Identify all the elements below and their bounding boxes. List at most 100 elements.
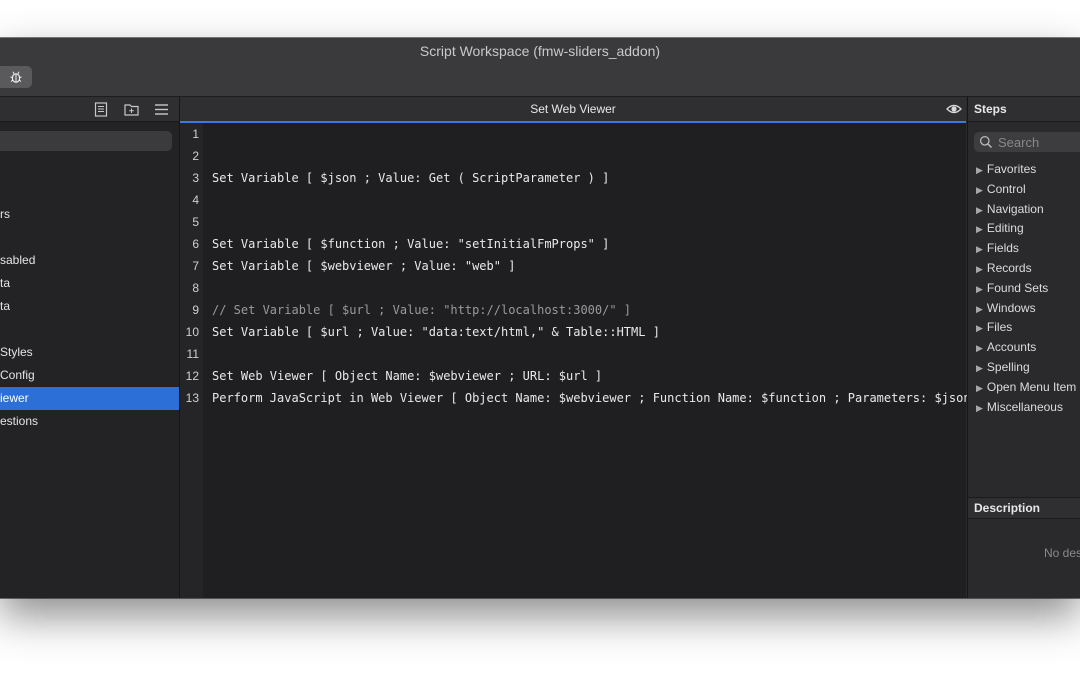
disclosure-triangle-icon[interactable]: ▶ — [976, 244, 983, 254]
script-list-item[interactable]: ta — [0, 295, 179, 318]
description-header: Description — [968, 497, 1080, 519]
script-list-item[interactable]: ta — [0, 272, 179, 295]
disclosure-triangle-icon[interactable]: ▶ — [976, 304, 983, 314]
disclosure-triangle-icon[interactable]: ▶ — [976, 323, 983, 333]
step-category-label: Files — [986, 320, 1013, 335]
disclosure-triangle-icon[interactable]: ▶ — [976, 383, 983, 393]
line-number: 11 — [186, 347, 199, 361]
steps-search-field[interactable] — [974, 132, 1080, 152]
new-folder-icon[interactable] — [123, 101, 139, 117]
script-workspace-window: Script Workspace (fmw-sliders_addon) rs … — [0, 38, 1080, 598]
script-list-item[interactable] — [0, 226, 179, 249]
step-category-label: Control — [986, 181, 1026, 196]
script-list-item[interactable] — [0, 318, 179, 341]
step-category-label: Miscellaneous — [986, 399, 1063, 414]
bug-icon — [10, 71, 22, 83]
step-category[interactable]: ▶ Miscellaneous — [976, 398, 1076, 418]
step-category[interactable]: ▶ Records — [976, 259, 1076, 279]
description-title: Description — [974, 501, 1041, 515]
script-step-line[interactable]: // Set Variable [ $url ; Value: "http://… — [212, 299, 966, 321]
script-step-line[interactable]: Set Variable [ $webviewer ; Value: "web"… — [212, 255, 966, 277]
line-number: 12 — [185, 369, 199, 383]
line-number: 5 — [192, 215, 199, 229]
steps-title: Steps — [974, 102, 1007, 116]
script-step-line[interactable]: Set Web Viewer [ Object Name: $webviewer… — [212, 365, 966, 387]
step-category-label: Accounts — [986, 340, 1037, 355]
script-list-item[interactable]: Config — [0, 364, 179, 387]
step-category[interactable]: ▶ Found Sets — [976, 279, 1076, 299]
line-number: 1 — [192, 127, 199, 141]
disclosure-triangle-icon[interactable]: ▶ — [976, 343, 983, 353]
script-step-line[interactable] — [212, 189, 966, 211]
line-number: 13 — [185, 391, 199, 405]
disclosure-triangle-icon[interactable]: ▶ — [976, 185, 983, 195]
scripts-search-input[interactable] — [0, 131, 172, 151]
step-category[interactable]: ▶ Control — [976, 180, 1076, 200]
script-list-item[interactable]: iewer — [0, 387, 179, 410]
new-script-icon[interactable] — [93, 101, 109, 117]
line-number: 10 — [185, 325, 199, 339]
steps-pane-header: Steps — [968, 97, 1080, 122]
disclosure-triangle-icon[interactable]: ▶ — [976, 205, 983, 215]
disclosure-triangle-icon[interactable]: ▶ — [976, 165, 983, 175]
line-number: 3 — [192, 171, 199, 185]
script-step-line[interactable] — [212, 123, 966, 145]
script-step-line[interactable]: Set Variable [ $url ; Value: "data:text/… — [212, 321, 966, 343]
script-step-line[interactable] — [212, 145, 966, 167]
step-category[interactable]: ▶ Fields — [976, 239, 1076, 259]
script-step-line[interactable]: Set Variable [ $json ; Value: Get ( Scri… — [212, 167, 966, 189]
steps-pane: Steps ▶Favorites▶Control▶Navigation▶Edit… — [967, 97, 1080, 598]
eye-icon[interactable] — [946, 102, 962, 116]
script-step-line[interactable]: Set Variable [ $function ; Value: "setIn… — [212, 233, 966, 255]
step-category[interactable]: ▶ Spelling — [976, 358, 1076, 378]
script-list-item[interactable]: estions — [0, 410, 179, 433]
script-list-item[interactable] — [0, 180, 179, 203]
line-number: 6 — [192, 237, 199, 251]
step-category-label: Found Sets — [986, 280, 1049, 295]
script-tab-title: Set Web Viewer — [530, 102, 616, 116]
step-category-label: Fields — [986, 241, 1019, 256]
step-category-label: Navigation — [986, 201, 1044, 216]
step-category-label: Favorites — [986, 162, 1037, 176]
step-category-label: Editing — [986, 221, 1024, 236]
scripts-pane-header — [0, 97, 179, 122]
step-category[interactable]: ▶ Windows — [976, 299, 1076, 319]
disclosure-triangle-icon[interactable]: ▶ — [976, 264, 983, 274]
script-step-line[interactable]: Perform JavaScript in Web Viewer [ Objec… — [212, 387, 985, 409]
script-step-line[interactable] — [212, 211, 966, 233]
line-number-gutter: 1 2 3 4 5 6 7 8 9 10 11 12 13 — [180, 123, 203, 598]
script-list-item[interactable]: sabled — [0, 249, 179, 272]
line-number: 8 — [192, 281, 199, 295]
script-editor: Set Web Viewer 1 2 3 4 5 6 7 8 9 10 11 12 13 Set Var… — [180, 97, 985, 598]
disclosure-triangle-icon[interactable]: ▶ — [976, 224, 983, 234]
separator-list-icon[interactable] — [153, 101, 169, 117]
title-bar: Script Workspace (fmw-sliders_addon) — [0, 38, 1080, 97]
script-list-item[interactable] — [0, 157, 179, 180]
step-category-label: Open Menu Item — [986, 379, 1077, 394]
script-step-line[interactable] — [212, 343, 966, 365]
step-category[interactable]: ▶ Navigation — [976, 200, 1076, 220]
disclosure-triangle-icon[interactable]: ▶ — [976, 403, 983, 413]
step-category-label: Spelling — [986, 359, 1030, 374]
line-number: 9 — [192, 303, 199, 317]
script-step-line[interactable] — [212, 277, 966, 299]
step-category[interactable]: ▶ Accounts — [976, 338, 1076, 358]
script-steps-area[interactable]: Set Variable [ $json ; Value: Get ( Scri… — [212, 123, 985, 409]
steps-search-input[interactable] — [998, 134, 1078, 150]
script-list-item[interactable]: Styles — [0, 341, 179, 364]
line-number: 4 — [192, 193, 199, 207]
disclosure-triangle-icon[interactable]: ▶ — [976, 363, 983, 373]
disclosure-triangle-icon[interactable]: ▶ — [976, 284, 983, 294]
steps-category-list: ▶ Favorites ▶ Control ▶ Navigation ▶ Editing ▶ Fi… — [976, 160, 1076, 417]
step-category-label: Windows — [986, 300, 1036, 315]
window-title: Script Workspace (fmw-sliders_addon) — [419, 43, 661, 59]
step-category[interactable]: ▶ Open Menu Item — [976, 378, 1076, 398]
script-list-item[interactable]: rs — [0, 203, 179, 226]
step-category[interactable]: ▶ Editing — [976, 219, 1076, 239]
description-empty-text: No des — [1044, 546, 1080, 560]
script-tab[interactable]: Set Web Viewer — [180, 97, 966, 123]
step-category[interactable]: ▶ Favorites — [976, 160, 1076, 180]
scripts-pane: rs sabled ta ta Styles Config iewer estions — [0, 97, 180, 598]
step-category[interactable]: ▶ Files — [976, 318, 1076, 338]
debug-scripts-button[interactable] — [0, 66, 32, 88]
